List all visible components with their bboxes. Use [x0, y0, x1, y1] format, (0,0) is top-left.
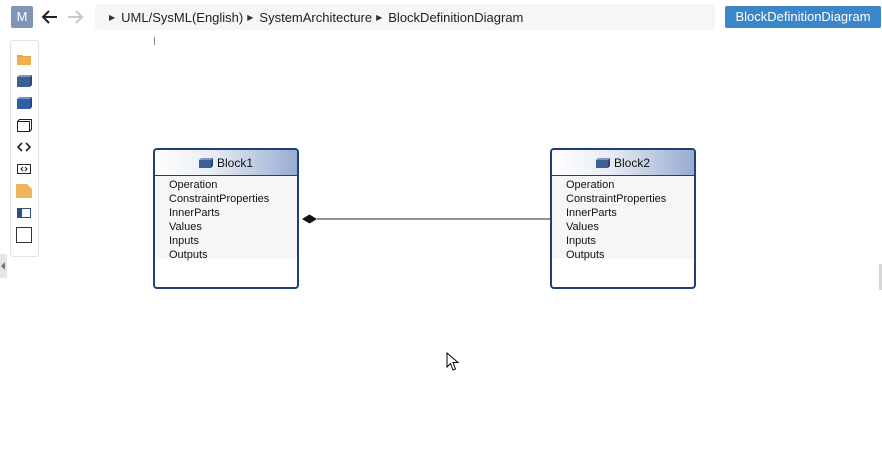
block-icon	[595, 157, 610, 168]
compartment-operation[interactable]: Operation	[169, 178, 297, 192]
compartment-operation[interactable]: Operation	[566, 178, 694, 192]
block-block2[interactable]: Block2 Operation ConstraintProperties In…	[550, 148, 696, 289]
block-compartments: Operation ConstraintProperties InnerPart…	[155, 176, 297, 262]
compartment-values[interactable]: Values	[566, 220, 694, 234]
compartment-outputs[interactable]: Outputs	[566, 248, 694, 262]
block-header: Block1	[155, 150, 297, 176]
block-name[interactable]: Block1	[217, 156, 253, 170]
composition-connector[interactable]	[0, 0, 882, 475]
compartment-outputs[interactable]: Outputs	[169, 248, 297, 262]
block-icon	[198, 157, 213, 168]
block-name[interactable]: Block2	[614, 156, 650, 170]
compartment-inner-parts[interactable]: InnerParts	[169, 206, 297, 220]
block-block1[interactable]: Block1 Operation ConstraintProperties In…	[153, 148, 299, 289]
compartment-values[interactable]: Values	[169, 220, 297, 234]
compartment-constraint-properties[interactable]: ConstraintProperties	[169, 192, 297, 206]
compartment-inner-parts[interactable]: InnerParts	[566, 206, 694, 220]
compartment-inputs[interactable]: Inputs	[169, 234, 297, 248]
mouse-pointer-icon	[446, 351, 460, 377]
block-header: Block2	[552, 150, 694, 176]
block-compartments: Operation ConstraintProperties InnerPart…	[552, 176, 694, 262]
compartment-inputs[interactable]: Inputs	[566, 234, 694, 248]
compartment-constraint-properties[interactable]: ConstraintProperties	[566, 192, 694, 206]
composition-diamond-icon	[302, 214, 317, 224]
